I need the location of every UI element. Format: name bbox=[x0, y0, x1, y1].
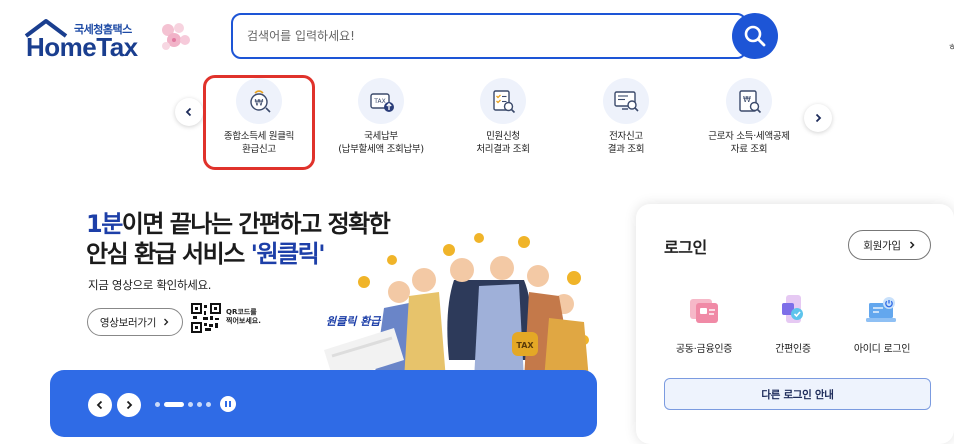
qr-caption: QR코드를 찍어보세요. bbox=[226, 308, 261, 325]
certificate-card-icon bbox=[684, 290, 724, 330]
pause-button[interactable] bbox=[220, 396, 236, 412]
login-card: 로그인 회원가입 공동·금융인증 간편인증 아이디 로그인 다른 로그인 안내 bbox=[636, 204, 954, 444]
banner-prev-button[interactable] bbox=[88, 393, 112, 417]
tax-payment-icon: TAX bbox=[358, 78, 404, 124]
search-button[interactable] bbox=[732, 13, 778, 59]
search-icon bbox=[744, 25, 766, 47]
blossom-icon bbox=[162, 23, 190, 50]
login-option-id[interactable]: 아이디 로그인 bbox=[837, 290, 927, 355]
svg-text:원클릭 환급: 원클릭 환급 bbox=[326, 315, 382, 328]
chevron-left-icon bbox=[96, 400, 103, 410]
quick-menu-label: 국세납부 (납부할세액 조회납부) bbox=[338, 131, 424, 155]
quick-menu-label: 민원신청 처리결과 조회 bbox=[476, 131, 530, 155]
slide-indicator bbox=[155, 402, 211, 407]
quick-menu-label: 전자신고 결과 조회 bbox=[607, 131, 645, 155]
search-input[interactable] bbox=[247, 25, 727, 47]
banner-illustration: TAX 원클릭 환급 bbox=[324, 233, 589, 382]
quick-menu-item-civil-request[interactable]: 민원신청 처리결과 조회 bbox=[443, 78, 563, 168]
signup-button[interactable]: 회원가입 bbox=[848, 230, 931, 260]
highlight-box bbox=[203, 75, 315, 170]
laptop-power-icon bbox=[862, 290, 902, 330]
logo-title: HomeTax bbox=[26, 32, 138, 62]
quick-menu-next-button[interactable] bbox=[804, 104, 832, 132]
slide-dot[interactable] bbox=[188, 402, 193, 407]
quick-menu-item-e-filing-result[interactable]: 전자신고 결과 조회 bbox=[566, 78, 686, 168]
document-search-icon: ₩ bbox=[726, 78, 772, 124]
chevron-right-icon bbox=[909, 241, 915, 249]
slide-dot[interactable] bbox=[206, 402, 211, 407]
promo-banner[interactable]: 1분이면 끝나는 간편하고 정확한 안심 환급 서비스 '원클릭' 지금 영상으… bbox=[50, 190, 600, 440]
svg-text:TAX: TAX bbox=[373, 98, 385, 105]
slide-dot[interactable] bbox=[155, 402, 160, 407]
slide-dot-active[interactable] bbox=[164, 402, 184, 407]
qr-code-image bbox=[191, 303, 221, 333]
edge-menu-text[interactable]: ㅎ bbox=[948, 40, 954, 53]
chevron-right-icon bbox=[164, 318, 169, 326]
login-option-simple-auth[interactable]: 간편인증 bbox=[748, 290, 838, 355]
watch-video-button[interactable]: 영상보러가기 bbox=[87, 308, 183, 336]
chevron-left-icon bbox=[185, 107, 192, 117]
login-title: 로그인 bbox=[664, 238, 707, 257]
quick-menu-item-deduction-data[interactable]: ₩ 근로자 소득·세액공제 자료 조회 bbox=[689, 78, 809, 168]
banner-subtitle: 지금 영상으로 확인하세요. bbox=[88, 278, 212, 292]
search-box[interactable] bbox=[231, 13, 747, 59]
login-option-certificate[interactable]: 공동·금융인증 bbox=[659, 290, 749, 355]
chevron-right-icon bbox=[815, 113, 822, 123]
checklist-search-icon bbox=[480, 78, 526, 124]
chevron-right-icon bbox=[126, 400, 133, 410]
quick-menu-item-tax-payment[interactable]: TAX 국세납부 (납부할세액 조회납부) bbox=[321, 78, 441, 168]
banner-next-button[interactable] bbox=[117, 393, 141, 417]
slide-dot[interactable] bbox=[197, 402, 202, 407]
pause-icon bbox=[225, 401, 227, 407]
svg-text:₩: ₩ bbox=[743, 95, 751, 104]
monitor-search-icon bbox=[603, 78, 649, 124]
quick-menu-label: 근로자 소득·세액공제 자료 조회 bbox=[708, 131, 790, 155]
mobile-auth-icon bbox=[773, 290, 813, 330]
svg-text:TAX: TAX bbox=[516, 341, 534, 350]
hometax-logo[interactable]: 국세청홈택스 HomeTax bbox=[24, 18, 194, 62]
other-login-guide-button[interactable]: 다른 로그인 안내 bbox=[664, 378, 931, 410]
